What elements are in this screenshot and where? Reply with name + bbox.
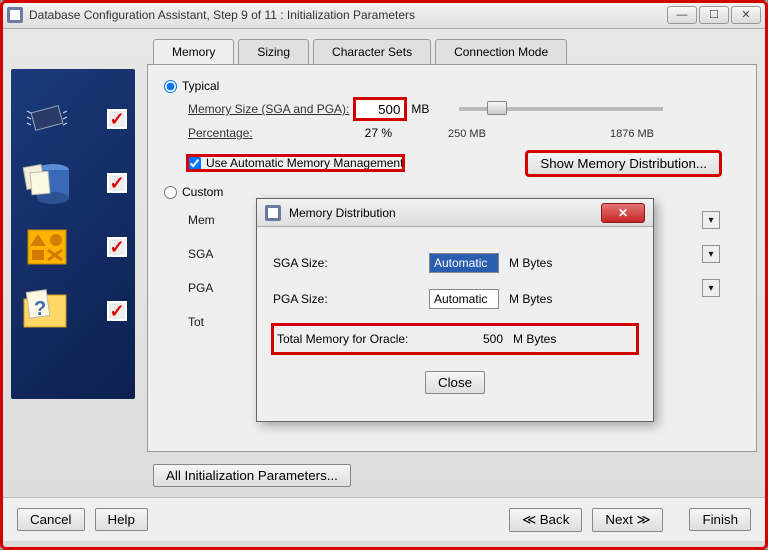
custom-label: Custom: [182, 185, 223, 199]
custom-sga-label: SGA: [188, 247, 218, 261]
dialog-title: Memory Distribution: [289, 206, 396, 220]
slider-max-label: 1876 MB: [610, 128, 654, 140]
chevron-down-icon[interactable]: ▾: [702, 211, 720, 229]
total-memory-unit: M Bytes: [513, 332, 556, 346]
shapes-icon: [19, 223, 75, 271]
total-memory-value: 500: [457, 332, 503, 346]
step-checkmark-icon: ✓: [107, 237, 127, 257]
window-title: Database Configuration Assistant, Step 9…: [29, 8, 661, 22]
typical-radio[interactable]: [164, 80, 177, 93]
memory-size-label[interactable]: Memory Size (SGA and PGA):: [188, 102, 349, 116]
custom-mem-label: Mem: [188, 213, 218, 227]
step-checkmark-icon: ✓: [107, 173, 127, 193]
chevron-down-icon[interactable]: ▾: [702, 245, 720, 263]
tab-memory[interactable]: Memory: [153, 39, 234, 64]
maximize-button[interactable]: ☐: [699, 6, 729, 24]
custom-tot-label: Tot: [188, 315, 218, 329]
memory-size-input[interactable]: [355, 99, 405, 119]
custom-pga-label: PGA: [188, 281, 218, 295]
total-memory-label: Total Memory for Oracle:: [277, 332, 457, 346]
slider-thumb[interactable]: [487, 101, 507, 115]
database-files-icon: [19, 159, 75, 207]
help-button[interactable]: Help: [95, 508, 148, 531]
pga-size-unit: M Bytes: [509, 292, 552, 306]
next-button[interactable]: Next ≫: [592, 508, 663, 532]
wizard-footer: Cancel Help ≪ Back Next ≫ Finish: [1, 497, 767, 541]
percentage-value: 27 %: [342, 126, 392, 140]
auto-memory-checkbox[interactable]: [188, 157, 201, 170]
app-icon: [7, 7, 23, 23]
pga-size-label: PGA Size:: [273, 292, 429, 306]
step-checkmark-icon: ✓: [107, 301, 127, 321]
close-button[interactable]: ✕: [731, 6, 761, 24]
dialog-close-btn[interactable]: Close: [425, 371, 485, 394]
chip-icon: [19, 95, 75, 143]
memory-distribution-dialog: Memory Distribution ✕ SGA Size: Automati…: [256, 198, 654, 422]
titlebar: Database Configuration Assistant, Step 9…: [1, 1, 767, 29]
percentage-label[interactable]: Percentage:: [188, 126, 336, 140]
minimize-button[interactable]: —: [667, 6, 697, 24]
all-init-params-button[interactable]: All Initialization Parameters...: [153, 464, 351, 487]
dialog-close-button[interactable]: ✕: [601, 203, 645, 223]
auto-memory-label: Use Automatic Memory Management: [206, 156, 403, 170]
sga-size-unit: M Bytes: [509, 256, 552, 270]
finish-button[interactable]: Finish: [689, 508, 751, 531]
pga-size-value[interactable]: Automatic: [429, 289, 499, 309]
cancel-button[interactable]: Cancel: [17, 508, 85, 531]
tab-connection-mode[interactable]: Connection Mode: [435, 39, 567, 64]
memory-slider[interactable]: [459, 107, 663, 111]
memory-size-unit: MB: [411, 102, 429, 116]
help-folder-icon: ?: [19, 287, 75, 335]
show-memory-dist-button[interactable]: Show Memory Distribution...: [527, 152, 720, 175]
back-button[interactable]: ≪ Back: [509, 508, 582, 532]
app-icon: [265, 205, 281, 221]
slider-min-label: 250 MB: [448, 128, 486, 140]
sga-size-value[interactable]: Automatic: [429, 253, 499, 273]
step-checkmark-icon: ✓: [107, 109, 127, 129]
sga-size-label: SGA Size:: [273, 256, 429, 270]
custom-radio[interactable]: [164, 186, 177, 199]
wizard-sidebar: ✓ ✓ ✓ ? ✓: [11, 69, 135, 399]
typical-label: Typical: [182, 79, 219, 93]
tab-sizing[interactable]: Sizing: [238, 39, 309, 64]
svg-text:?: ?: [34, 298, 46, 320]
chevron-down-icon[interactable]: ▾: [702, 279, 720, 297]
tab-character-sets[interactable]: Character Sets: [313, 39, 431, 64]
